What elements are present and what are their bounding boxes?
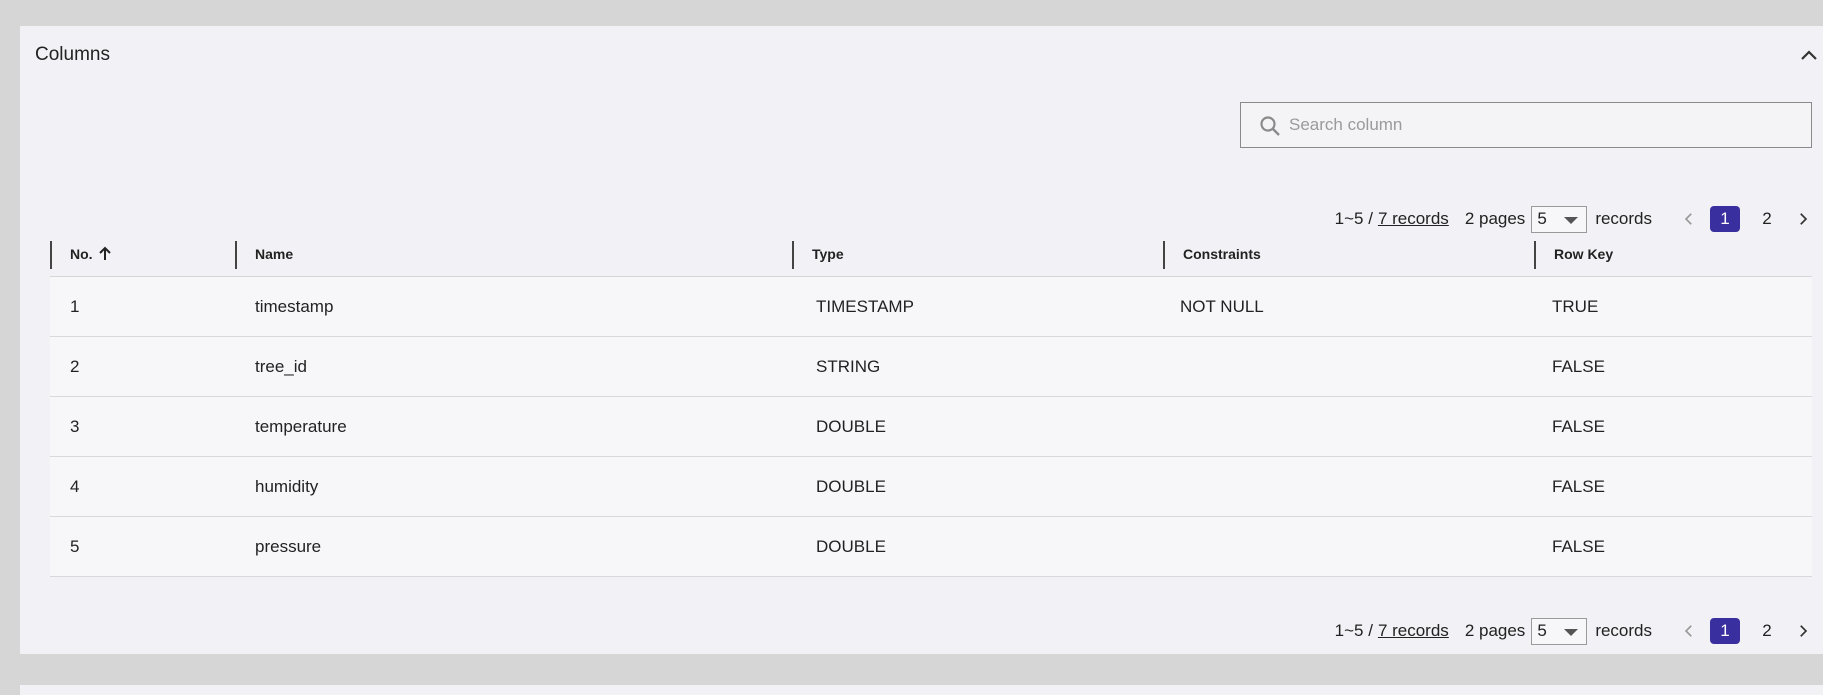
cell-type: STRING (816, 357, 881, 376)
cell-no: 3 (70, 417, 80, 436)
table-row[interactable]: 3 temperature DOUBLE FALSE (50, 397, 1812, 457)
cell-type: TIMESTAMP (816, 297, 914, 316)
search-column-field[interactable] (1240, 102, 1812, 148)
dropdown-arrow-icon (1564, 628, 1579, 636)
record-range: 1~5 / (1334, 621, 1373, 640)
table-header: No. Name Type Constraints Row Key (50, 231, 1812, 277)
page-button-1[interactable]: 1 (1710, 618, 1740, 644)
cell-type: DOUBLE (816, 537, 886, 556)
next-page-button[interactable] (1788, 204, 1818, 234)
page-button-2[interactable]: 2 (1752, 206, 1782, 232)
page-size-value: 5 (1537, 208, 1547, 228)
cell-row-key: FALSE (1552, 417, 1605, 436)
cell-no: 5 (70, 537, 80, 556)
record-range: 1~5 / (1334, 209, 1373, 228)
pagination-top: 1~5 / 7 records 2 pages 5 records 1 2 (1335, 204, 1818, 234)
header-no-label: No. (70, 246, 93, 262)
total-records-link[interactable]: 7 records (1378, 209, 1449, 229)
records-label: records (1595, 209, 1652, 228)
columns-table: No. Name Type Constraints Row Key 1 time… (50, 231, 1812, 577)
chevron-right-icon (1800, 213, 1808, 225)
cell-name: timestamp (255, 297, 334, 316)
records-label: records (1595, 621, 1652, 640)
header-type-label: Type (812, 246, 844, 262)
page-size-select[interactable]: 5 (1531, 617, 1588, 645)
search-icon (1260, 116, 1280, 136)
table-row[interactable]: 2 tree_id STRING FALSE (50, 337, 1812, 397)
page-size-value: 5 (1537, 620, 1547, 640)
page-count: 2 pages (1464, 209, 1526, 228)
table-row[interactable]: 5 pressure DOUBLE FALSE (50, 517, 1812, 577)
pagination-bottom: 1~5 / 7 records 2 pages 5 records 1 2 (1335, 616, 1818, 646)
header-constraints[interactable]: Constraints (1163, 231, 1534, 277)
columns-panel: Columns 1~5 / 7 records 2 pages 5 record… (20, 26, 1823, 654)
dropdown-arrow-icon (1564, 216, 1579, 224)
previous-page-button[interactable] (1674, 616, 1704, 646)
next-panel-edge (20, 685, 1823, 695)
cell-constraints: NOT NULL (1180, 297, 1264, 316)
cell-name: temperature (255, 417, 347, 436)
page-size-select[interactable]: 5 (1531, 205, 1588, 233)
header-type[interactable]: Type (792, 231, 1163, 277)
previous-page-button[interactable] (1674, 204, 1704, 234)
panel-title: Columns (35, 44, 110, 65)
cell-row-key: TRUE (1552, 297, 1599, 316)
cell-type: DOUBLE (816, 477, 886, 496)
header-name-label: Name (255, 246, 294, 262)
cell-type: DOUBLE (816, 417, 886, 436)
cell-row-key: FALSE (1552, 357, 1605, 376)
chevron-left-icon (1684, 213, 1692, 225)
table-row[interactable]: 1 timestamp TIMESTAMP NOT NULL TRUE (50, 277, 1812, 337)
next-page-button[interactable] (1788, 616, 1818, 646)
table-row[interactable]: 4 humidity DOUBLE FALSE (50, 457, 1812, 517)
page-button-1[interactable]: 1 (1710, 206, 1740, 232)
chevron-up-icon[interactable] (1797, 44, 1821, 68)
header-row-key[interactable]: Row Key (1534, 231, 1812, 277)
header-name[interactable]: Name (235, 231, 792, 277)
cell-row-key: FALSE (1552, 537, 1605, 556)
header-row-key-label: Row Key (1554, 246, 1614, 262)
search-column-input[interactable] (1289, 103, 1789, 146)
total-records-link[interactable]: 7 records (1378, 621, 1449, 641)
cell-no: 2 (70, 357, 80, 376)
cell-no: 4 (70, 477, 80, 496)
header-constraints-label: Constraints (1183, 246, 1261, 262)
cell-row-key: FALSE (1552, 477, 1605, 496)
cell-no: 1 (70, 297, 80, 316)
sort-ascending-icon (98, 246, 111, 260)
chevron-right-icon (1800, 625, 1808, 637)
cell-name: tree_id (255, 357, 307, 376)
header-no[interactable]: No. (50, 231, 235, 277)
page-count: 2 pages (1464, 621, 1526, 640)
page-button-2[interactable]: 2 (1752, 618, 1782, 644)
cell-name: humidity (255, 477, 319, 496)
cell-name: pressure (255, 537, 322, 556)
chevron-left-icon (1684, 625, 1692, 637)
